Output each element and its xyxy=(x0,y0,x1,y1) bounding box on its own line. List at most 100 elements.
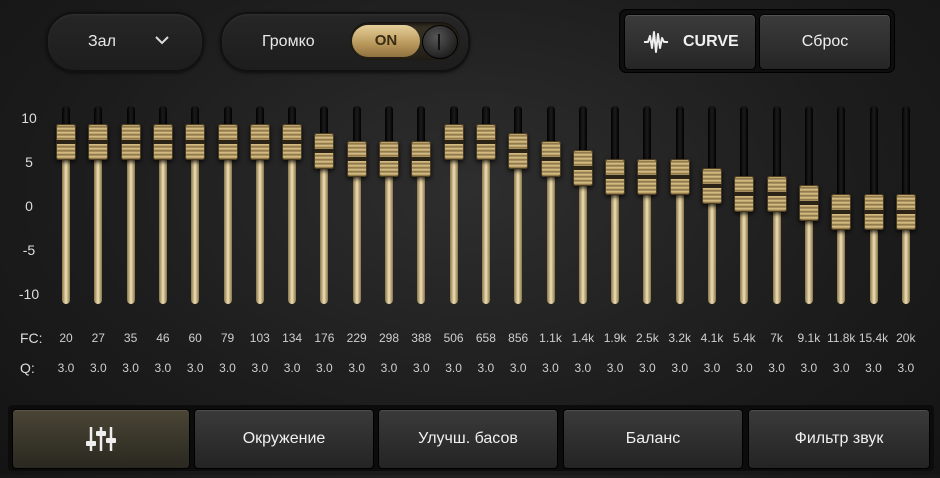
slider-thumb[interactable] xyxy=(56,123,76,160)
eq-band-slider[interactable] xyxy=(405,106,437,306)
eq-band-slider[interactable] xyxy=(858,106,890,306)
slider-thumb[interactable] xyxy=(863,193,884,230)
eq-band-slider[interactable] xyxy=(535,106,567,306)
tab-equalizer[interactable] xyxy=(12,409,190,469)
eq-band-slider[interactable] xyxy=(308,106,340,306)
chevron-down-icon xyxy=(155,36,169,45)
slider-thumb[interactable] xyxy=(540,141,561,178)
eq-band-slider[interactable] xyxy=(890,106,922,306)
slider-fill xyxy=(546,161,555,304)
slider-thumb[interactable] xyxy=(282,123,303,160)
curve-button[interactable]: CURVE xyxy=(624,14,756,70)
slider-fill xyxy=(288,143,297,304)
preset-label: Зал xyxy=(88,33,116,50)
slider-thumb[interactable] xyxy=(185,123,206,160)
eq-band-slider[interactable] xyxy=(50,106,82,306)
q-value: 3.0 xyxy=(897,361,915,375)
waveform-icon xyxy=(644,31,668,53)
slider-fill xyxy=(578,170,587,304)
eq-band-slider[interactable] xyxy=(664,106,696,306)
eq-band-slider[interactable] xyxy=(599,106,631,306)
bottom-tab-bar: Окружение Улучш. басов Баланс Фильтр зву… xyxy=(8,405,934,471)
eq-band-slider[interactable] xyxy=(276,106,308,306)
eq-band-slider[interactable] xyxy=(179,106,211,306)
toggle-knob[interactable] xyxy=(422,25,458,59)
eq-band-slider[interactable] xyxy=(696,106,728,306)
slider-fill xyxy=(191,143,200,304)
slider-thumb[interactable] xyxy=(152,123,173,160)
slider-fill xyxy=(385,161,393,304)
eq-band-slider[interactable] xyxy=(470,106,502,306)
loudness-control: Громко ON xyxy=(220,12,470,72)
q-row-label: Q: xyxy=(20,360,35,376)
slider-fill xyxy=(611,178,620,304)
eq-band-slider[interactable] xyxy=(728,106,760,306)
slider-thumb[interactable] xyxy=(217,123,238,160)
tab-balance[interactable]: Баланс xyxy=(563,409,743,469)
slider-thumb[interactable] xyxy=(249,123,270,160)
slider-thumb[interactable] xyxy=(379,141,399,178)
slider-fill xyxy=(675,178,684,304)
equalizer-sliders-icon xyxy=(86,427,116,451)
fc-row-label: FC: xyxy=(20,330,43,346)
slider-thumb[interactable] xyxy=(702,167,722,204)
preset-selector[interactable]: Зал xyxy=(46,12,204,72)
slider-thumb[interactable] xyxy=(637,158,658,195)
slider-thumb[interactable] xyxy=(669,158,690,195)
eq-band-slider[interactable] xyxy=(341,106,373,306)
slider-thumb[interactable] xyxy=(766,176,787,213)
eq-band-slider[interactable] xyxy=(438,106,470,306)
slider-fill xyxy=(772,196,781,304)
slider-fill xyxy=(352,161,361,304)
eq-band-slider[interactable] xyxy=(244,106,276,306)
top-button-group: CURVE Сброс xyxy=(620,10,894,72)
slider-fill xyxy=(740,196,749,304)
eq-band-slider[interactable] xyxy=(147,106,179,306)
tab-surround[interactable]: Окружение xyxy=(194,409,374,469)
eq-band-slider[interactable] xyxy=(82,106,114,306)
slider-fill xyxy=(62,143,70,304)
eq-band-slider[interactable] xyxy=(502,106,534,306)
eq-band-slider[interactable] xyxy=(825,106,857,306)
slider-fill xyxy=(514,152,523,304)
eq-band-slider[interactable] xyxy=(212,106,244,306)
slider-fill xyxy=(255,143,264,304)
fc-value: 20k xyxy=(896,331,916,345)
gain-tick-label: -10 xyxy=(18,286,40,302)
slider-fill xyxy=(320,152,329,304)
loudness-label: Громко xyxy=(262,33,315,50)
eq-band-slider[interactable] xyxy=(115,106,147,306)
slider-thumb[interactable] xyxy=(443,123,464,160)
slider-fill xyxy=(126,143,135,304)
tab-bass-boost[interactable]: Улучш. басов xyxy=(378,409,558,469)
gain-tick-label: 0 xyxy=(25,198,33,214)
curve-label: CURVE xyxy=(683,33,739,50)
slider-thumb[interactable] xyxy=(120,123,141,160)
slider-fill xyxy=(449,143,458,304)
reset-button[interactable]: Сброс xyxy=(759,14,891,70)
toggle-on-label: ON xyxy=(352,25,420,57)
slider-thumb[interactable] xyxy=(475,123,496,160)
slider-thumb[interactable] xyxy=(605,158,626,195)
slider-fill xyxy=(643,178,652,304)
slider-fill xyxy=(223,143,232,304)
loudness-toggle[interactable]: ON xyxy=(350,22,460,60)
eq-band-slider[interactable] xyxy=(373,106,405,306)
slider-thumb[interactable] xyxy=(895,193,916,230)
slider-thumb[interactable] xyxy=(734,176,755,213)
eq-band-slider[interactable] xyxy=(761,106,793,306)
gain-tick-label: 5 xyxy=(25,154,33,170)
slider-thumb[interactable] xyxy=(572,150,593,187)
eq-band-slider[interactable] xyxy=(793,106,825,306)
slider-thumb[interactable] xyxy=(831,193,852,230)
slider-thumb[interactable] xyxy=(508,132,529,169)
eq-band-slider[interactable] xyxy=(567,106,599,306)
slider-thumb[interactable] xyxy=(411,141,432,178)
slider-thumb[interactable] xyxy=(346,141,367,178)
tab-sound-filter[interactable]: Фильтр звук xyxy=(748,409,930,469)
slider-fill xyxy=(94,143,103,304)
eq-band-slider[interactable] xyxy=(631,106,663,306)
slider-thumb[interactable] xyxy=(314,132,335,169)
slider-thumb[interactable] xyxy=(798,185,819,222)
slider-thumb[interactable] xyxy=(88,123,109,160)
